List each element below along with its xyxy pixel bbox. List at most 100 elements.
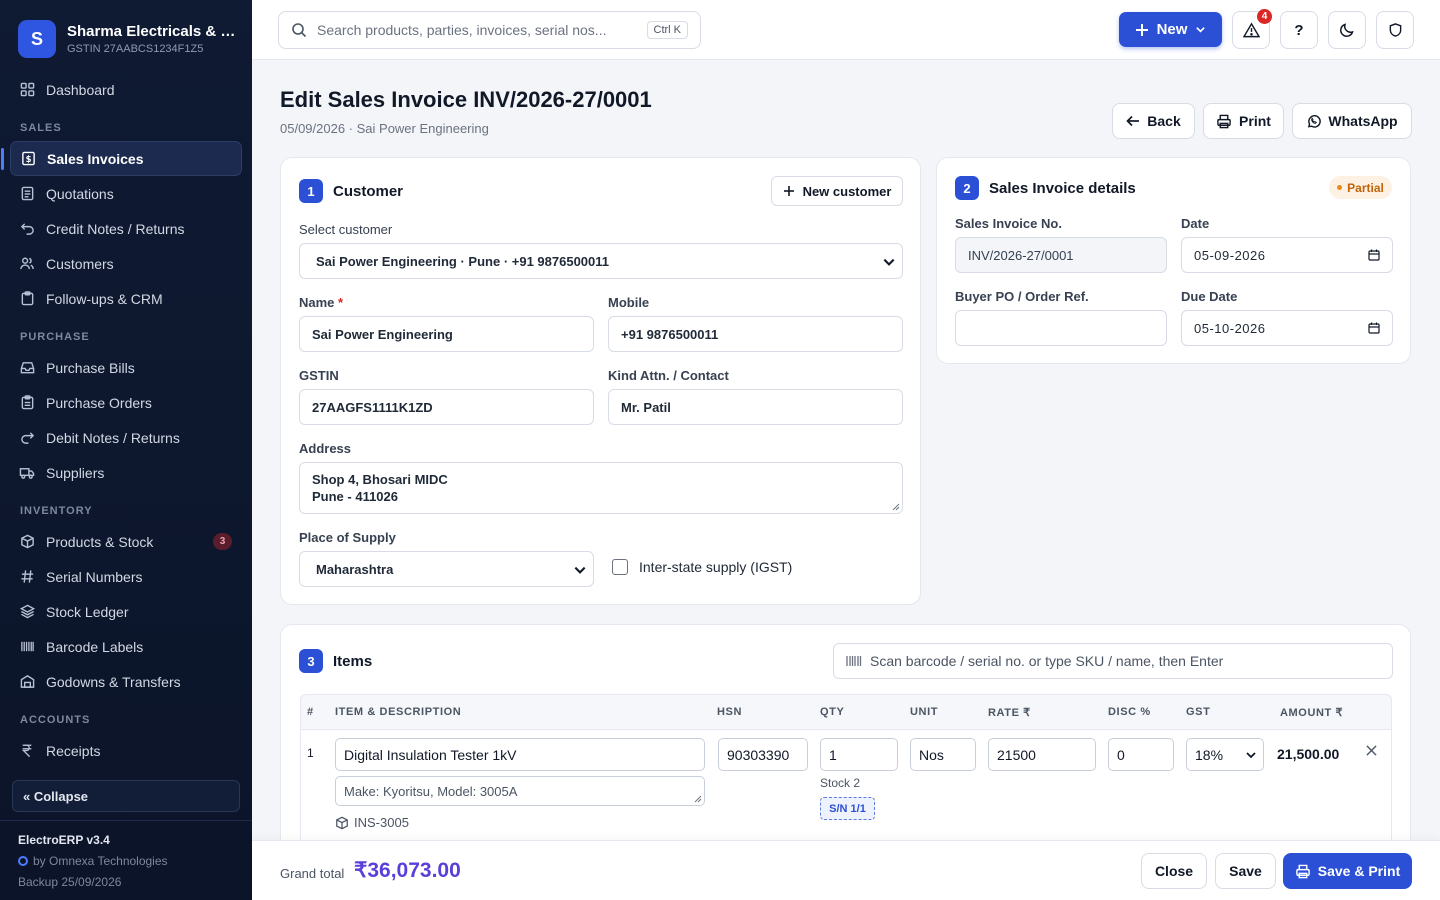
date-field[interactable]: 05-09-2026 <box>1181 237 1393 273</box>
help-button[interactable]: ? <box>1280 11 1318 49</box>
new-button[interactable]: New <box>1119 12 1222 47</box>
place-of-supply-select[interactable]: Maharashtra <box>299 551 594 587</box>
collapse-button[interactable]: « Collapse <box>12 780 240 812</box>
sidebar-item-label: Follow-ups & CRM <box>46 290 163 307</box>
name-field[interactable]: Sai Power Engineering <box>299 316 594 352</box>
new-customer-button[interactable]: New customer <box>771 176 903 206</box>
security-button[interactable] <box>1376 11 1414 49</box>
clipboard-list-icon <box>18 394 36 412</box>
sidebar-item-stock-ledger[interactable]: Stock Ledger <box>10 594 242 629</box>
pos-label: Place of Supply <box>299 530 396 545</box>
customer-select[interactable]: Sai Power Engineering · Pune · +91 98765… <box>299 243 903 279</box>
gst-select[interactable]: 18% <box>1186 738 1264 771</box>
barcode-icon <box>846 656 862 666</box>
company-gstin: GSTIN 27AABCS1234F1Z5 <box>67 43 204 55</box>
whatsapp-button[interactable]: WhatsApp <box>1292 103 1412 139</box>
section-sales: SALES <box>20 122 62 134</box>
sidebar-item-suppliers[interactable]: Suppliers <box>10 455 242 490</box>
col-unit: UNIT <box>910 706 939 718</box>
resize-handle-icon[interactable] <box>694 795 702 803</box>
discount-input[interactable]: 0 <box>1108 738 1174 771</box>
rate-input[interactable]: 21500 <box>988 738 1096 771</box>
chevron-down-icon <box>1246 752 1256 759</box>
unit-input[interactable]: Nos <box>910 738 976 771</box>
sidebar-item-quotations[interactable]: Quotations <box>10 176 242 211</box>
sidebar-item-customers[interactable]: Customers <box>10 246 242 281</box>
barcode-icon <box>18 638 36 656</box>
sidebar-item-label: Dashboard <box>46 81 115 98</box>
serial-number-button[interactable]: S/N 1/1 <box>820 797 875 820</box>
save-print-label: Save & Print <box>1317 863 1401 879</box>
address-textarea[interactable]: Shop 4, Bhosari MIDC Pune - 411026 <box>299 462 903 514</box>
calendar-icon[interactable] <box>1368 322 1380 334</box>
save-print-button[interactable]: Save & Print <box>1283 853 1412 889</box>
sidebar-item-debit-notes[interactable]: Debit Notes / Returns <box>10 420 242 455</box>
chevron-down-icon <box>574 566 586 574</box>
buyer-po-field[interactable] <box>955 310 1167 346</box>
sidebar-item-purchase-bills[interactable]: Purchase Bills <box>10 350 242 385</box>
package-icon <box>18 533 36 551</box>
gstin-label: GSTIN <box>299 368 339 383</box>
shield-icon <box>1389 23 1401 37</box>
sidebar-item-label: Receipts <box>46 742 101 759</box>
col-hsn: HSN <box>717 706 743 718</box>
users-icon <box>18 255 36 273</box>
document-icon <box>18 185 36 203</box>
sidebar-item-label: Purchase Bills <box>46 359 135 376</box>
sidebar-item-label: Sales Invoices <box>47 150 144 167</box>
search-icon <box>292 23 307 38</box>
sidebar-item-purchase-orders[interactable]: Purchase Orders <box>10 385 242 420</box>
sidebar-item-godowns[interactable]: Godowns & Transfers <box>10 664 242 699</box>
item-description: Make: Kyoritsu, Model: 3005A <box>344 783 518 799</box>
alerts-button[interactable]: 4 <box>1232 9 1272 49</box>
printer-icon <box>1217 114 1231 128</box>
sidebar-item-barcode-labels[interactable]: Barcode Labels <box>10 629 242 664</box>
igst-checkbox[interactable] <box>612 559 628 575</box>
sidebar-item-dashboard[interactable]: Dashboard <box>10 72 242 107</box>
back-button[interactable]: Back <box>1112 103 1195 139</box>
new-customer-label: New customer <box>802 183 892 199</box>
item-name-input[interactable]: Digital Insulation Tester 1kV <box>335 738 705 771</box>
due-date-field[interactable]: 05-10-2026 <box>1181 310 1393 346</box>
sidebar-item-receipts[interactable]: Receipts <box>10 733 242 768</box>
resize-handle-icon[interactable] <box>892 503 900 511</box>
status-label: Partial <box>1347 180 1384 195</box>
item-description-textarea[interactable]: Make: Kyoritsu, Model: 3005A <box>335 776 705 806</box>
sidebar-item-followups[interactable]: Follow-ups & CRM <box>10 281 242 316</box>
close-button[interactable]: Close <box>1141 853 1207 889</box>
col-gst: GST <box>1186 706 1211 718</box>
save-button[interactable]: Save <box>1215 853 1276 889</box>
invoice-icon: $ <box>19 150 37 168</box>
rupee-icon <box>18 742 36 760</box>
vendor-logo-icon <box>18 856 28 866</box>
status-dot <box>1337 185 1343 190</box>
section-accounts: ACCOUNTS <box>20 714 91 726</box>
print-button[interactable]: Print <box>1203 103 1284 139</box>
col-amount: AMOUNT ₹ <box>1280 707 1344 719</box>
gstin-field[interactable]: 27AAGFS1111K1ZD <box>299 389 594 425</box>
stock-available: Stock 2 <box>820 776 861 790</box>
contact-field[interactable]: Mr. Patil <box>608 389 903 425</box>
low-stock-badge: 3 <box>213 533 232 550</box>
step-number: 1 <box>299 179 323 203</box>
back-button-label: Back <box>1147 113 1181 129</box>
scan-placeholder: Scan barcode / serial no. or type SKU / … <box>870 653 1224 669</box>
sidebar-item-products[interactable]: Products & Stock 3 <box>10 524 242 559</box>
hsn-input[interactable]: 90303390 <box>718 738 808 771</box>
global-search-input[interactable]: Search products, parties, invoices, seri… <box>278 11 701 49</box>
chevron-down-icon <box>1196 27 1206 33</box>
sidebar-item-sales-invoices[interactable]: $ Sales Invoices <box>1 141 242 176</box>
sidebar-item-label: Quotations <box>46 185 114 202</box>
calendar-icon[interactable] <box>1368 249 1380 261</box>
address-line-2: Pune - 411026 <box>312 489 398 504</box>
barcode-scan-input[interactable]: Scan barcode / serial no. or type SKU / … <box>833 643 1393 679</box>
sidebar: S Sharma Electricals & Services GSTIN 27… <box>0 0 252 900</box>
sidebar-item-serial-numbers[interactable]: Serial Numbers <box>10 559 242 594</box>
mobile-field[interactable]: +91 9876500011 <box>608 316 903 352</box>
theme-toggle-button[interactable] <box>1328 11 1366 49</box>
qty-input[interactable]: 1 <box>820 738 898 771</box>
remove-row-icon[interactable] <box>1366 745 1377 756</box>
brand[interactable]: S Sharma Electricals & Services GSTIN 27… <box>0 0 252 60</box>
sidebar-item-credit-notes[interactable]: Credit Notes / Returns <box>10 211 242 246</box>
section-inventory: INVENTORY <box>20 505 93 517</box>
